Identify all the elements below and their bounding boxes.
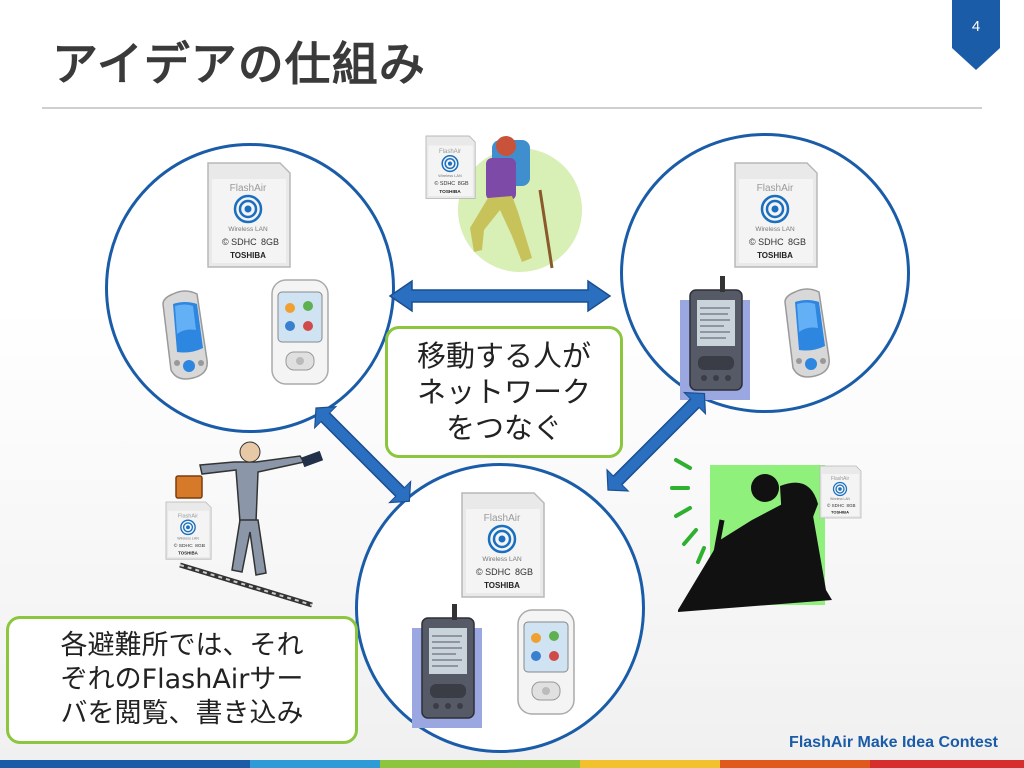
climber-silhouette-icon xyxy=(670,458,862,612)
sd-card-icon xyxy=(460,491,546,599)
bottom-callout-line: バを閲覧、書き込み xyxy=(60,697,304,729)
hiker-icon xyxy=(425,135,582,272)
mobile-phone-icon xyxy=(784,288,830,378)
center-callout: 移動する人が ネットワーク をつなぐ xyxy=(385,326,623,458)
footer-bar-segment xyxy=(0,760,250,768)
smartphone-icon xyxy=(517,609,575,715)
center-callout-line: をつなぐ xyxy=(445,411,562,446)
sd-card-icon xyxy=(206,161,292,269)
bottom-callout: 各避難所では、それ ぞれのFlashAirサー バを閲覧、書き込み xyxy=(6,616,358,744)
center-callout-line: 移動する人が xyxy=(416,338,591,373)
footer-bar-segment xyxy=(250,760,380,768)
pda-icon xyxy=(679,275,751,401)
bottom-callout-line: ぞれのFlashAirサー xyxy=(60,664,304,696)
footer-bar-segment xyxy=(720,760,870,768)
footer-bar-segment xyxy=(580,760,720,768)
center-callout-line: ネットワーク xyxy=(416,374,591,409)
footer-bar-segment xyxy=(870,760,1024,768)
footer-bar-segment xyxy=(380,760,580,768)
footer-title: FlashAir Make Idea Contest xyxy=(789,734,998,751)
smartphone-icon xyxy=(271,279,329,385)
businessman-icon xyxy=(165,441,324,608)
footer-color-bar xyxy=(0,760,1024,768)
double-arrow-icon xyxy=(389,280,611,312)
mobile-phone-icon xyxy=(162,290,208,380)
bottom-callout-line: 各避難所では、それ xyxy=(60,630,304,662)
sd-card-icon xyxy=(733,161,819,269)
pda-icon xyxy=(411,603,483,729)
